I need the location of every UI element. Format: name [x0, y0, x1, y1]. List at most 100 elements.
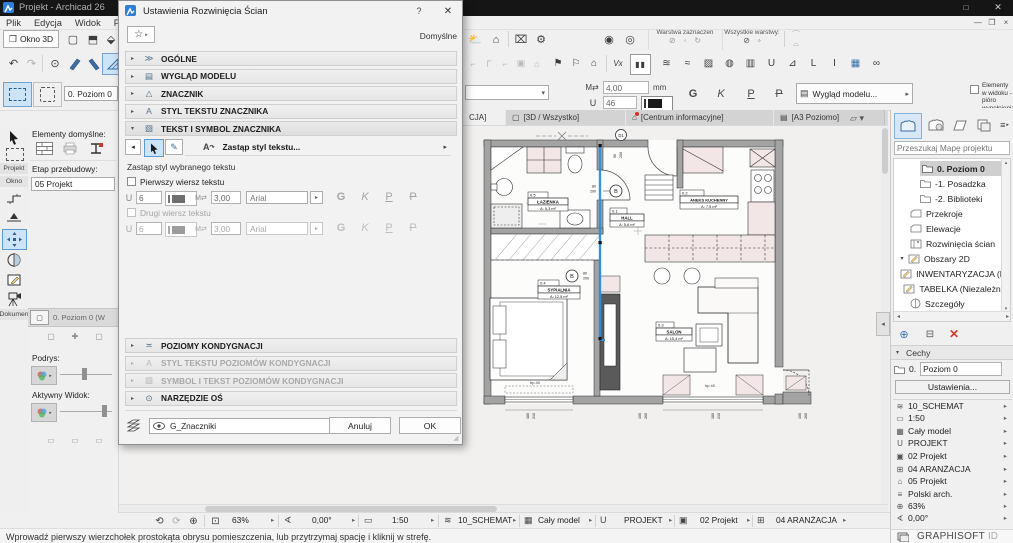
- second-line-pen-field[interactable]: [136, 222, 162, 235]
- toolbox-group-okno[interactable]: Okno: [0, 176, 28, 187]
- quick-pen-set[interactable]: UPROJEKT▸: [892, 437, 1011, 449]
- tab-info-center[interactable]: ⌂ [Centrum informacyjne]: [625, 110, 784, 125]
- dlg-strike-button[interactable]: P: [403, 188, 423, 205]
- ghost-view-icon[interactable]: ◎: [621, 31, 639, 48]
- tree-item-posadzka[interactable]: -1. Posadzka: [896, 176, 1008, 191]
- printer-icon[interactable]: [62, 142, 78, 160]
- section-tool-icon[interactable]: [6, 192, 22, 211]
- worksheet-tool-icon[interactable]: [6, 272, 22, 293]
- chain-icon[interactable]: ∞: [868, 55, 885, 72]
- doc-restore-icon[interactable]: ❐: [986, 16, 998, 28]
- zoom-chevron-icon[interactable]: ▸: [271, 516, 274, 524]
- elevation-marker-b2[interactable]: B: [566, 270, 578, 282]
- search-input[interactable]: [894, 141, 1010, 155]
- section-tekst-symbol[interactable]: ▾▧TEKST I SYMBOL ZNACZNIKA: [125, 121, 457, 136]
- photo-render-icon[interactable]: ⛅: [466, 31, 484, 48]
- tree-item-obszary[interactable]: ▾ Obszary 2D: [896, 251, 1008, 266]
- zoom-in-icon[interactable]: ⊕: [186, 515, 201, 527]
- trace-reference-button[interactable]: ▸: [31, 366, 57, 385]
- properties-header[interactable]: ▾ Cechy: [891, 345, 1013, 360]
- dlg-italic-button[interactable]: K: [355, 188, 375, 205]
- doc-minimize-icon[interactable]: —: [972, 16, 984, 28]
- tree-item-tabelka[interactable]: TABELKA (Niezależny): [896, 281, 1008, 296]
- trace-slider-thumb[interactable]: [82, 368, 87, 380]
- tree-h-scrollbar[interactable]: ◂ ▸: [894, 311, 1011, 321]
- marquee-single-story-button[interactable]: [33, 82, 62, 107]
- menu-plik[interactable]: Plik: [6, 18, 21, 28]
- graphisoft-id-bar[interactable]: GRAPHISOFT ID: [890, 529, 1013, 543]
- tab-3d[interactable]: ▢ [3D / Wszystko]: [505, 110, 636, 125]
- navigator-menu-icon[interactable]: ≡▸: [997, 115, 1012, 135]
- resize-grip[interactable]: ◢: [453, 434, 458, 442]
- hide-selection-layer-icon[interactable]: ⊘: [669, 36, 676, 45]
- inject-parameters-icon[interactable]: [86, 55, 102, 77]
- underline-button[interactable]: P: [740, 85, 762, 103]
- font-picker-button[interactable]: ▸: [310, 222, 323, 235]
- cover-fill-icon[interactable]: ▥: [742, 55, 759, 72]
- brush-icon[interactable]: ⊿: [784, 55, 801, 72]
- expander-icon[interactable]: ▾: [896, 255, 908, 262]
- tree-item-szczegoly[interactable]: Szczegóły: [896, 296, 1008, 311]
- visual-compare-icon[interactable]: Vx: [610, 55, 626, 72]
- pen-u-icon[interactable]: U: [763, 55, 780, 72]
- elevation-tool-icon[interactable]: [6, 210, 22, 229]
- item-name-field[interactable]: [920, 362, 1002, 376]
- pen-set-chevron-icon[interactable]: ▸: [669, 516, 672, 524]
- transfer-settings-icon-3[interactable]: ▢: [92, 330, 106, 342]
- home-story-icon[interactable]: ⌂: [586, 55, 602, 72]
- material-icon[interactable]: ◍: [721, 55, 738, 72]
- column-icon[interactable]: [88, 142, 104, 160]
- layout-book-tab[interactable]: [948, 115, 972, 135]
- quick-orientation[interactable]: ∢0,00°▸: [892, 512, 1011, 524]
- surface-icon[interactable]: ≈: [679, 55, 696, 72]
- fit-in-window-icon[interactable]: ⊡: [208, 515, 223, 527]
- close-icon[interactable]: ✕: [990, 1, 1006, 14]
- interior-elevation-tool-icon[interactable]: [2, 229, 27, 250]
- scale-chevron-icon[interactable]: ▸: [431, 516, 434, 524]
- zoom-level[interactable]: 63%: [232, 515, 249, 525]
- transfer-settings-icon-1[interactable]: ▢: [44, 330, 58, 342]
- dimension-chevron-icon[interactable]: ▸: [747, 516, 750, 524]
- axonometry-icon[interactable]: ⬙: [104, 31, 118, 48]
- quick-renovation-stage[interactable]: ⌂05 Projekt▸: [892, 475, 1011, 487]
- structure-chevron-icon[interactable]: ▸: [589, 516, 592, 524]
- active-view-slider-thumb[interactable]: [102, 405, 107, 417]
- structure-display[interactable]: Cały model: [538, 515, 580, 525]
- quick-zoom[interactable]: ⊕63%▸: [892, 500, 1011, 512]
- trace-switch-icon-3[interactable]: ▭: [92, 434, 106, 446]
- marker-edit-button[interactable]: ✎: [165, 139, 183, 155]
- tree-item-rozwiniecia[interactable]: Rozwinięcia ścian: [896, 236, 1008, 251]
- detail-tool-icon[interactable]: [6, 252, 22, 273]
- arrow-tool-icon[interactable]: [8, 130, 20, 150]
- split-view-icon[interactable]: ▮▮: [630, 54, 651, 75]
- pen-color-swatch[interactable]: [641, 96, 673, 111]
- view-cube-solid-icon[interactable]: ⬒: [84, 31, 102, 48]
- second-line-checkbox[interactable]: [127, 208, 136, 217]
- renovation-stage-combo[interactable]: 05 Projekt: [31, 177, 115, 191]
- replace-text-style-button[interactable]: A↷ Zastąp styl tekstu... ▸: [185, 139, 451, 156]
- favorites-button[interactable]: ☆ ▸: [127, 26, 155, 43]
- menu-edycja[interactable]: Edycja: [34, 18, 62, 28]
- section-styl-tekstu[interactable]: ▸ASTYL TEKSTU ZNACZNIKA: [125, 104, 457, 119]
- scroll-left-icon[interactable]: ◂: [894, 313, 903, 320]
- bold-button[interactable]: G: [682, 85, 704, 103]
- tree-item-przekroje[interactable]: Przekroje: [896, 206, 1008, 221]
- quick-dimension-style[interactable]: ▣02 Projekt▸: [892, 450, 1011, 462]
- trace-switch-icon-1[interactable]: ▭: [44, 434, 58, 446]
- wall-default-icon[interactable]: [36, 142, 53, 160]
- marker-cursor-button[interactable]: [144, 139, 164, 157]
- section-ogolne[interactable]: ▸≫OGÓLNE: [125, 51, 457, 66]
- section-poziomy[interactable]: ▸≍POZIOMY KONDYGNACJI: [125, 338, 457, 353]
- view-tab-label[interactable]: 0. Poziom 0 (W: [53, 313, 115, 322]
- project-map-tab[interactable]: [894, 113, 922, 139]
- okno-3d-button[interactable]: ❒ Okno 3D: [3, 30, 59, 48]
- marquee-multi-story-button[interactable]: [3, 82, 32, 107]
- flag-icon[interactable]: ⚑: [550, 55, 566, 72]
- second-line-size-field[interactable]: [211, 222, 241, 235]
- v-scroll-thumb[interactable]: [882, 128, 888, 174]
- text-size-field[interactable]: [603, 81, 649, 94]
- profile-l-icon[interactable]: L: [805, 55, 822, 72]
- trace-switch-icon-2[interactable]: ▭: [68, 434, 82, 446]
- model-view-combo[interactable]: ▤ Wygląd modelu... ▸: [796, 83, 913, 104]
- layer-combination[interactable]: 10_SCHEMAT: [458, 515, 512, 525]
